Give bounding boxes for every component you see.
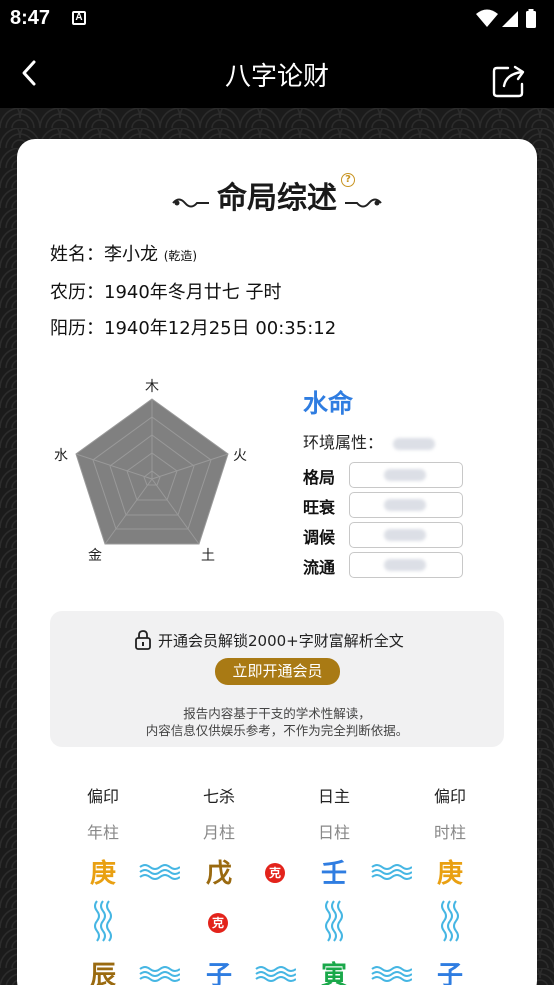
- pillar-name-hour: 时柱: [433, 823, 466, 842]
- blurred-value: [384, 469, 426, 481]
- pillar-name-year: 年柱: [86, 823, 119, 842]
- mingge-title: 水命: [303, 389, 354, 418]
- wifi-icon: [476, 9, 498, 27]
- solar-label: 阳历：: [50, 318, 104, 339]
- summary-card: 命局综述 ? 姓名：李小龙 (乾造) 农历：1940年冬月廿七 子时 阳历：19…: [17, 139, 537, 985]
- right-ornament-icon: [345, 198, 382, 208]
- attr-value-box: [349, 522, 463, 548]
- wave-vertical-icon: [441, 900, 459, 942]
- vip-unlock-panel: 开通会员解锁2000+字财富解析全文 立即开通会员 报告内容基于干支的学术性解读…: [50, 611, 504, 747]
- solar-value: 1940年12月25日 00:35:12: [104, 318, 337, 339]
- env-label: 环境属性：: [303, 433, 384, 452]
- pillar-title-hour: 偏印: [433, 787, 466, 806]
- wave-icon: [139, 966, 180, 982]
- wave-vertical-icon: [325, 900, 343, 942]
- share-icon[interactable]: [492, 64, 526, 98]
- page-title: 八字论财: [224, 62, 329, 92]
- nav-bar: 八字论财: [0, 38, 554, 108]
- attr-value-box: [349, 462, 463, 488]
- lunar-line: 农历：1940年冬月廿七 子时: [50, 278, 282, 304]
- disclaimer: 报告内容基于干支的学术性解读， 内容信息仅供娱乐参考，不作为完全判断依据。: [50, 705, 504, 739]
- name-value: 李小龙: [104, 244, 158, 265]
- vip-text: 开通会员解锁2000+字财富解析全文: [158, 632, 404, 650]
- solar-line: 阳历：1940年12月25日 00:35:12: [50, 314, 336, 340]
- blurred-value: [384, 499, 426, 511]
- attr-label: 流通: [303, 558, 336, 577]
- wave-icon: [371, 864, 412, 880]
- ke-badge: 克: [208, 913, 228, 933]
- wave-icon: [139, 864, 180, 880]
- name-line: 姓名：李小龙 (乾造): [50, 240, 197, 266]
- attr-label: 旺衰: [303, 498, 336, 517]
- lunar-value: 1940年冬月廿七 子时: [104, 282, 282, 303]
- pillar-title-month: 七杀: [202, 787, 235, 806]
- pillar-name-month: 月柱: [202, 823, 235, 842]
- wave-vertical-icon: [94, 900, 112, 942]
- open-vip-button[interactable]: 立即开通会员: [215, 658, 340, 685]
- disclaimer-line-2: 内容信息仅供娱乐参考，不作为完全判断依据。: [145, 723, 409, 738]
- attr-value-box: [349, 492, 463, 518]
- radar-label-fire: 火: [233, 448, 247, 464]
- ke-badge: 克: [265, 863, 285, 883]
- gender-suffix: (乾造): [163, 249, 198, 263]
- wave-icon: [255, 966, 296, 982]
- blurred-value: [384, 529, 426, 541]
- blurred-value: [384, 559, 426, 571]
- disclaimer-line-1: 报告内容基于干支的学术性解读，: [183, 706, 371, 721]
- zhi-hour: 子: [436, 961, 463, 985]
- lock-icon: [135, 630, 151, 650]
- zhi-month: 子: [205, 961, 232, 985]
- five-elements-radar: 木 火 土 金 水: [54, 379, 247, 564]
- attr-value-box: [349, 552, 463, 578]
- battery-icon: [526, 11, 536, 28]
- gan-month: 戊: [205, 859, 232, 889]
- section-title: 命局综述: [217, 181, 337, 216]
- gan-hour: 庚: [436, 859, 463, 889]
- radar-label-water: 水: [54, 448, 68, 464]
- attr-label: 调候: [303, 528, 336, 547]
- pillar-name-day: 日柱: [317, 823, 350, 842]
- pillar-title-day: 日主: [317, 787, 350, 806]
- notification-icon: A: [72, 11, 86, 25]
- signal-icon: [502, 11, 518, 27]
- gan-day: 壬: [320, 859, 347, 889]
- status-time: 8:47: [10, 7, 51, 29]
- zhi-day: 寅: [320, 961, 347, 985]
- help-icon[interactable]: ?: [341, 173, 355, 187]
- attr-label: 格局: [303, 468, 336, 487]
- wave-icon: [371, 966, 412, 982]
- radar-label-metal: 金: [88, 548, 102, 564]
- pillar-title-year: 偏印: [86, 787, 119, 806]
- gan-year: 庚: [89, 859, 116, 889]
- blurred-value: [393, 437, 436, 450]
- radar-label-earth: 土: [201, 548, 215, 564]
- status-icons: [476, 9, 536, 28]
- lunar-label: 农历：: [50, 282, 104, 303]
- zhi-year: 辰: [89, 961, 116, 985]
- name-label: 姓名：: [50, 244, 104, 265]
- status-bar: 8:47 A: [0, 0, 554, 38]
- radar-label-wood: 木: [145, 379, 159, 395]
- env-attribute: 环境属性：: [303, 429, 436, 453]
